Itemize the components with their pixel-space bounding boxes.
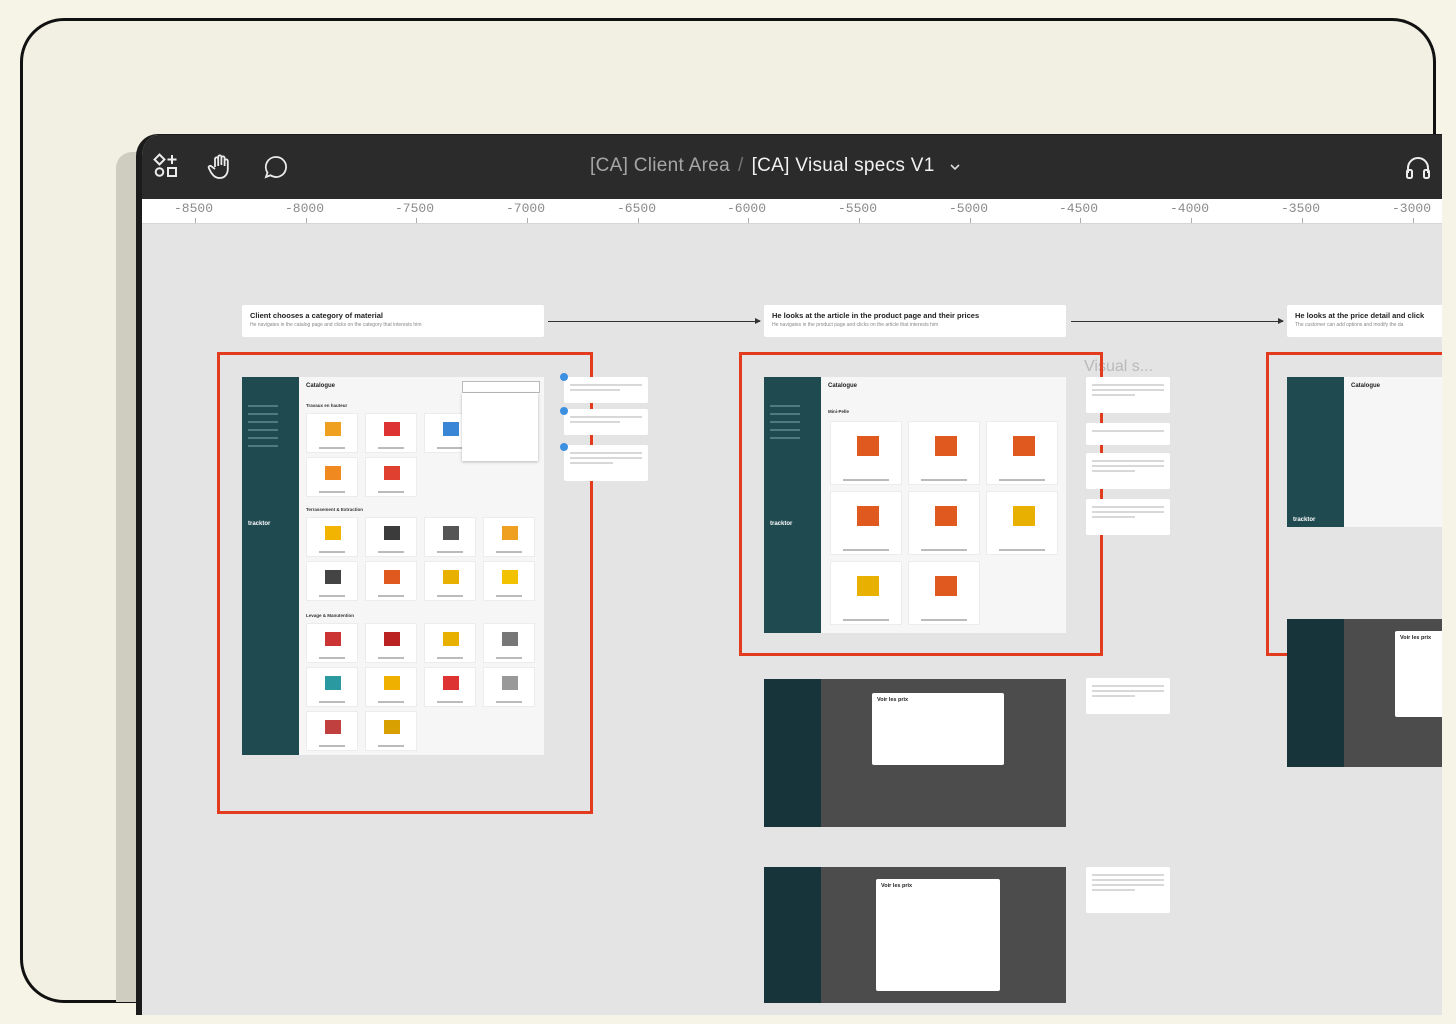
ruler-tick: -8500 [174,201,214,216]
ruler-tick: -5500 [838,201,878,216]
horizontal-ruler: -8500 -8000 -7500 -7000 -6500 -6000 -550… [142,199,1442,224]
ruler-tick: -6500 [617,201,657,216]
highlight-frame [739,352,1103,656]
address-modal-frame[interactable]: Voir les prix [764,867,1066,1003]
comment-icon[interactable] [262,153,290,181]
title-separator: / [737,155,744,177]
annotation-marker[interactable] [560,373,568,381]
flow-step-3[interactable]: He looks at the price detail and click T… [1287,305,1442,337]
app-window: [CA] Client Area / [CA] Visual specs V1 -8… [136,134,1442,1015]
flow-step-desc: The customer can add options and modify … [1295,322,1404,328]
modal-title: Voir les prix [1400,635,1432,641]
annotation-note[interactable] [1086,867,1170,913]
ruler-tick: -4000 [1170,201,1210,216]
annotation-note[interactable] [564,377,648,403]
flow-step-title: He looks at the article in the product p… [772,311,980,320]
project-name[interactable]: [CA] Client Area [590,155,730,176]
highlight-frame [1266,352,1442,656]
modal-title: Voir les prix [881,883,913,889]
highlight-frame [217,352,593,814]
address-modal[interactable]: Voir les prix [876,879,1000,991]
flow-step-1[interactable]: Client chooses a category of material He… [242,305,544,337]
ruler-tick: -4500 [1059,201,1099,216]
ruler-tick: -3000 [1392,201,1432,216]
annotation-note[interactable] [1086,678,1170,714]
flow-step-title: Client chooses a category of material [250,311,383,320]
price-modal[interactable]: Voir les prix [1395,631,1442,717]
annotation-note[interactable] [564,445,648,481]
annotation-note[interactable] [564,409,648,435]
annotation-note[interactable] [1086,423,1170,445]
price-modal[interactable]: Voir les prix [872,693,1004,765]
flow-arrow [1071,318,1284,324]
flow-step-title: He looks at the price detail and click [1295,311,1425,320]
annotation-note[interactable] [1086,453,1170,489]
annotation-note[interactable] [1086,377,1170,413]
annotation-marker[interactable] [560,443,568,451]
flow-step-2[interactable]: He looks at the article in the product p… [764,305,1066,337]
modal-title: Voir les prix [877,697,909,703]
headset-icon[interactable] [1404,155,1432,187]
top-toolbar: [CA] Client Area / [CA] Visual specs V1 [142,135,1442,199]
chevron-down-icon[interactable] [950,155,960,177]
ruler-tick: -3500 [1281,201,1321,216]
flow-step-desc: He navigates in the product page and cli… [772,322,939,328]
flow-step-desc: He navigates in the catalog page and cli… [250,322,422,328]
design-canvas[interactable]: Client chooses a category of material He… [142,223,1442,1015]
annotation-marker[interactable] [560,407,568,415]
ruler-tick: -7500 [395,201,435,216]
assets-icon[interactable] [152,153,180,181]
ruler-tick: -6000 [727,201,767,216]
ruler-tick: -8000 [285,201,325,216]
price-detail-modal-frame[interactable]: Voir les prix [1287,619,1442,767]
price-modal-frame[interactable]: Voir les prix [764,679,1066,827]
ruler-tick: -5000 [949,201,989,216]
annotation-note[interactable] [1086,499,1170,535]
file-title[interactable]: [CA] Client Area / [CA] Visual specs V1 [590,155,960,177]
flow-arrow [548,318,761,324]
hand-icon[interactable] [206,153,234,181]
file-name[interactable]: [CA] Visual specs V1 [752,155,935,176]
ruler-tick: -7000 [506,201,546,216]
